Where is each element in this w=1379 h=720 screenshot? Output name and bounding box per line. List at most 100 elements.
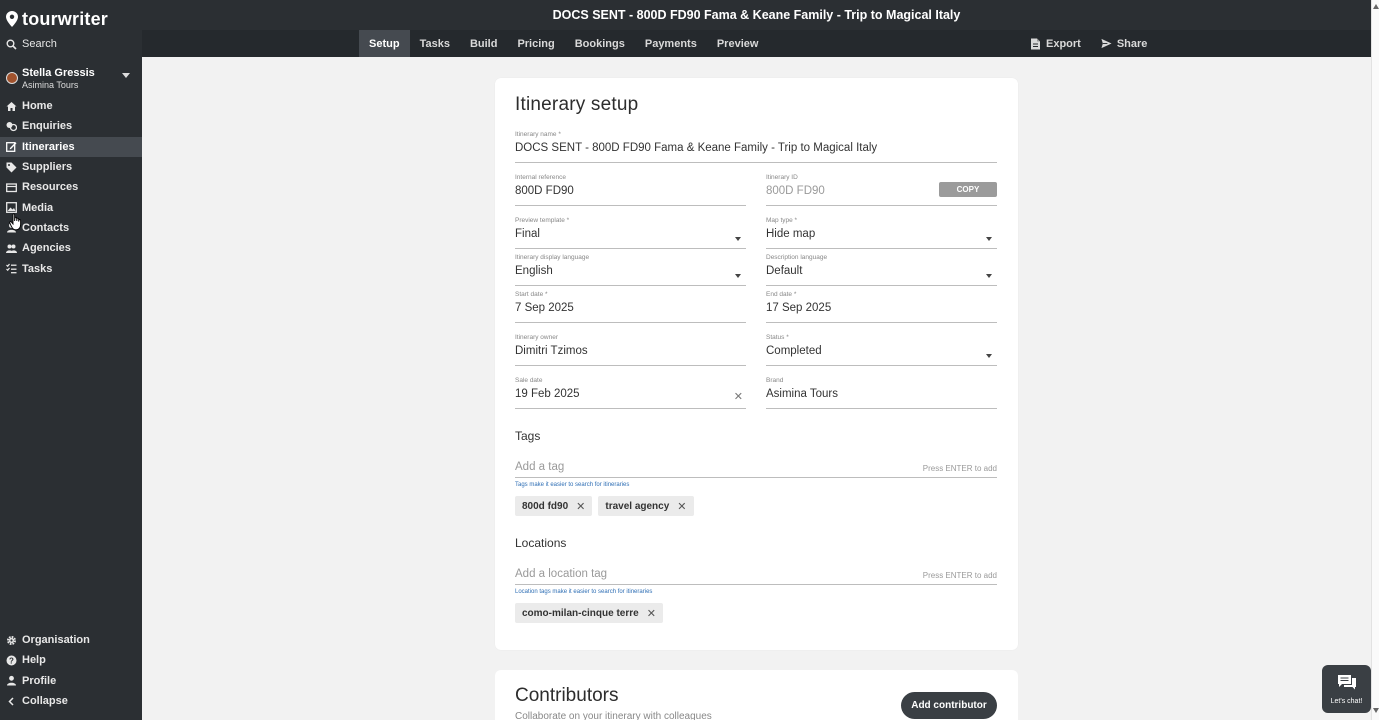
location-help-text: Location tags make it easier to search f… [515,589,653,595]
tag-placeholder: Add a tag [515,461,565,473]
tab-bookings[interactable]: Bookings [565,30,635,57]
sidebar-item-profile[interactable]: Profile [0,671,142,691]
field-value: Asimina Tours [766,388,839,400]
sidebar-item-label: Agencies [22,242,71,255]
sidebar-item-label: Home [22,100,53,113]
scroll-up-icon[interactable] [1373,4,1379,9]
export-label: Export [1046,37,1081,50]
field-value: DOCS SENT - 800D FD90 Fama & Keane Famil… [515,142,878,154]
location-placeholder: Add a location tag [515,568,608,580]
field-value: 800D FD90 [766,185,825,197]
clear-icon[interactable]: ✕ [734,392,743,403]
remove-icon[interactable]: ✕ [576,500,585,513]
itinerary-name-field[interactable]: Itinerary name * DOCS SENT - 800D FD90 F… [515,131,997,163]
internal-reference-field[interactable]: Internal reference 800D FD90 [515,174,746,206]
window-title: DOCS SENT - 800D FD90 Fama & Keane Famil… [142,0,1371,30]
remove-icon[interactable]: ✕ [677,500,686,513]
itineraries-icon [6,141,17,153]
location-tag-input[interactable]: Add a location tag Press ENTER to add [515,565,997,585]
location-chip[interactable]: como-milan-cinque terre ✕ [515,603,663,623]
sidebar-search[interactable]: Search [6,38,57,50]
sale-date-field[interactable]: Sale date 19 Feb 2025 ✕ [515,377,746,409]
export-button[interactable]: Export [1030,38,1081,50]
brand-field[interactable]: Brand Asimina Tours [766,377,997,409]
enquiries-icon [6,121,17,132]
chevron-down-icon [986,354,992,358]
tab-payments[interactable]: Payments [635,30,707,57]
tasks-icon [6,263,17,274]
chevron-down-icon [986,237,992,241]
sidebar-item-agencies[interactable]: Agencies [0,238,142,258]
logo-mark-icon [6,11,18,27]
sidebar-item-label: Enquiries [22,120,73,133]
sidebar-item-label: Tasks [22,262,53,275]
tag-input[interactable]: Add a tag Press ENTER to add [515,458,997,478]
sidebar-item-label: Contacts [22,221,70,234]
tab-setup[interactable]: Setup [359,30,410,57]
status-select[interactable]: Status * Completed [766,334,997,366]
tags-heading: Tags [515,429,541,443]
sidebar-item-label: Collapse [22,695,68,708]
tag-hint: Press ENTER to add [922,464,997,473]
tab-pricing[interactable]: Pricing [507,30,564,57]
preview-template-select[interactable]: Preview template * Final [515,217,746,249]
resources-icon [6,182,17,193]
chat-icon [1337,674,1357,695]
sidebar-item-enquiries[interactable]: Enquiries [0,116,142,136]
tab-build[interactable]: Build [460,30,508,57]
field-value: 17 Sep 2025 [766,302,832,314]
agencies-icon [6,243,17,254]
chevron-down-icon [122,73,130,78]
user-menu[interactable]: Stella Gressis Asimina Tours [6,66,136,92]
sidebar-item-home[interactable]: Home [0,96,142,116]
field-label: Preview template * [515,217,570,224]
field-value: English [515,265,553,277]
itinerary-owner-field[interactable]: Itinerary owner Dimitri Tzimos [515,334,746,366]
field-value: 19 Feb 2025 [515,388,580,400]
contributors-card: Contributors Collaborate on your itinera… [495,670,1018,720]
share-button[interactable]: Share [1101,38,1147,50]
page-scrollbar[interactable] [1371,0,1379,720]
location-chip-label: como-milan-cinque terre [522,607,639,619]
tab-tasks[interactable]: Tasks [410,30,460,57]
sidebar-item-collapse[interactable]: Collapse [0,691,142,711]
field-label: Start date * [515,291,548,298]
scroll-down-icon[interactable] [1373,708,1379,713]
tab-actions: Export Share [1030,30,1147,57]
start-date-field[interactable]: Start date * 7 Sep 2025 [515,291,746,323]
document-icon [1030,38,1041,49]
description-language-select[interactable]: Description language Default [766,254,997,286]
sidebar-item-label: Resources [22,181,79,194]
page-title: Itinerary setup [515,94,639,115]
chevron-left-icon [6,696,17,707]
sidebar-item-resources[interactable]: Resources [0,177,142,197]
field-value: 800D FD90 [515,185,574,197]
tabs: Setup Tasks Build Pricing Bookings Payme… [359,30,768,57]
image-icon [6,202,17,214]
sidebar-item-tasks[interactable]: Tasks [0,258,142,278]
field-label: Description language [766,254,828,261]
tag-chip[interactable]: 800d fd90 ✕ [515,496,593,516]
field-value: Hide map [766,228,816,240]
sidebar-nav: Home Enquiries Itineraries Suppliers Res… [0,96,142,279]
chat-widget-button[interactable]: Let's chat! [1322,665,1371,713]
end-date-field[interactable]: End date * 17 Sep 2025 [766,291,997,323]
display-language-select[interactable]: Itinerary display language English [515,254,746,286]
add-contributor-button[interactable]: Add contributor [901,692,997,719]
sidebar-item-help[interactable]: ? Help [0,650,142,670]
tag-chip[interactable]: travel agency ✕ [598,496,694,516]
copy-button[interactable]: COPY [939,182,997,197]
sidebar-item-organisation[interactable]: Organisation [0,630,142,650]
field-label: Brand [766,377,784,384]
hand-cursor-icon [9,213,23,231]
field-value: Completed [766,345,822,357]
field-value: 7 Sep 2025 [515,302,574,314]
send-icon [1101,38,1112,49]
sidebar-item-itineraries[interactable]: Itineraries [0,136,142,157]
tourwriter-logo[interactable]: tourwriter [6,8,108,30]
sidebar: tourwriter Search Stella Gressis Asimina… [0,0,142,720]
remove-icon[interactable]: ✕ [647,607,656,620]
map-type-select[interactable]: Map type * Hide map [766,217,997,249]
tab-preview[interactable]: Preview [707,30,769,57]
sidebar-item-suppliers[interactable]: Suppliers [0,157,142,177]
